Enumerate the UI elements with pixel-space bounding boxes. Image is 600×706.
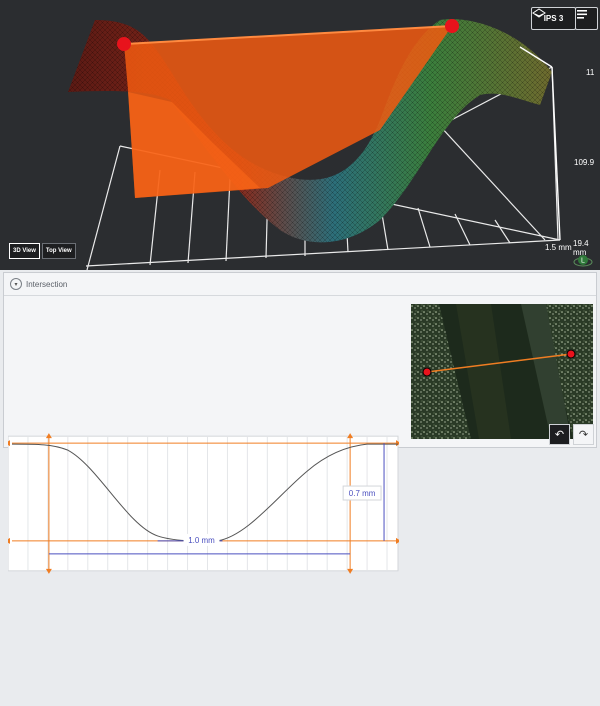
axis-label-bottom-left: 1.5 mm bbox=[545, 243, 572, 252]
top-view-button[interactable]: Top View bbox=[41, 243, 76, 259]
endpoint-left-marker bbox=[117, 37, 131, 51]
layers-icon bbox=[532, 8, 546, 18]
compass-label: L bbox=[581, 258, 585, 265]
profile-chart[interactable]: 1.0 mm 0.7 mm bbox=[8, 302, 399, 706]
rotate-left-icon: ↶ bbox=[554, 429, 565, 441]
menu-button[interactable] bbox=[575, 7, 598, 30]
micrograph-image bbox=[411, 304, 593, 439]
width-measure-label: 1.0 mm bbox=[188, 536, 215, 545]
rotate-left-button[interactable]: ↶ bbox=[549, 424, 570, 445]
micrograph-thumbnail[interactable] bbox=[411, 304, 593, 439]
view-toggle: 3D View Top View bbox=[9, 243, 76, 259]
panel-header[interactable]: ▾ Intersection bbox=[4, 273, 596, 296]
rotate-right-icon: ↷ bbox=[578, 429, 589, 441]
rotate-right-button[interactable]: ↷ bbox=[573, 424, 594, 445]
surface-render bbox=[68, 19, 561, 270]
ips-label: IPS 3 bbox=[543, 14, 564, 23]
orientation-compass-icon[interactable]: L bbox=[572, 251, 594, 269]
3d-viewport[interactable]: IPS 3 11 109.9 1.5 mm 19.4 mm 3D View To… bbox=[0, 0, 600, 270]
menu-icon bbox=[577, 10, 587, 19]
endpoint-right-marker bbox=[445, 19, 459, 33]
collapse-caret-icon[interactable]: ▾ bbox=[10, 278, 22, 290]
axis-label-top: 11 bbox=[586, 68, 595, 77]
panel-title: Intersection bbox=[26, 279, 68, 289]
ips-button[interactable]: IPS 3 bbox=[531, 7, 576, 30]
depth-measure-label: 0.7 mm bbox=[349, 489, 376, 498]
axis-label-mid: 109.9 bbox=[574, 158, 595, 167]
3d-view-button[interactable]: 3D View bbox=[9, 243, 40, 259]
